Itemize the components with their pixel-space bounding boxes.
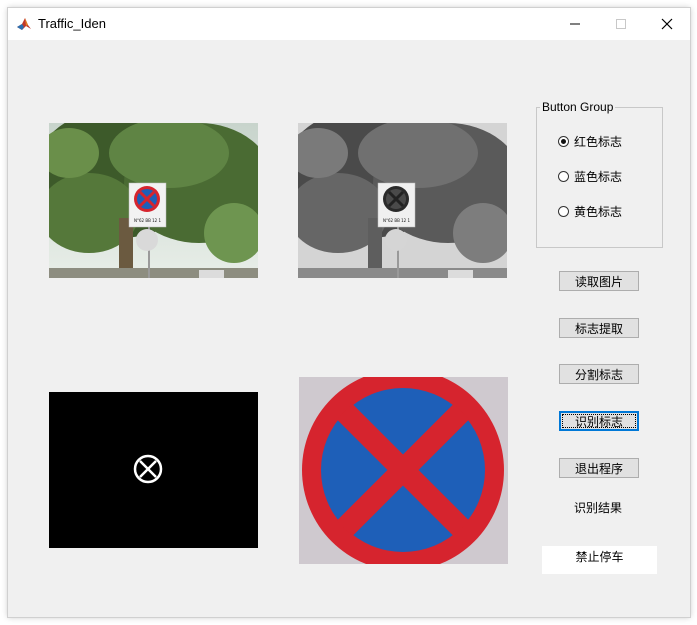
result-label: 识别结果: [574, 501, 623, 515]
radio-blue-label: 蓝色标志: [574, 169, 623, 184]
radio-red-label: 红色标志: [574, 134, 623, 149]
result-value: 禁止停车: [575, 550, 624, 564]
extract-sign-button[interactable]: 标志提取: [559, 318, 639, 338]
recognize-sign-button[interactable]: 识别标志: [559, 411, 639, 431]
result-textbox: 禁止停车: [542, 546, 657, 574]
maximize-button[interactable]: [598, 8, 644, 40]
segment-sign-button[interactable]: 分割标志: [559, 364, 639, 384]
radio-unselected-icon: [558, 170, 569, 182]
app-window: Traffic_Iden N°62 BB 12 1 N°62 BB 12 1 B…: [8, 8, 690, 617]
window-title: Traffic_Iden: [38, 16, 106, 31]
original-photo: N°62 BB 12 1: [49, 123, 258, 278]
maximize-icon: [616, 19, 626, 29]
radio-yellow-label: 黄色标志: [574, 204, 623, 219]
recognize-sign-label: 识别标志: [574, 414, 623, 429]
radio-selected-icon: [558, 135, 569, 147]
binary-image-axes: [49, 392, 258, 548]
radio-unselected-icon: [558, 205, 569, 217]
title-bar[interactable]: Traffic_Iden: [8, 8, 690, 40]
minimize-button[interactable]: [552, 8, 598, 40]
grayscale-image-axes: N°62 BB 12 1: [298, 123, 507, 278]
original-image-axes: N°62 BB 12 1: [49, 123, 258, 278]
binary-mask: [49, 392, 258, 548]
radio-yellow-sign[interactable]: 黄色标志: [558, 202, 622, 220]
segmented-sign-axes: [299, 377, 508, 564]
minimize-icon: [570, 23, 580, 25]
close-icon: [661, 18, 673, 30]
plate-text-gray: N°62 BB 12 1: [383, 218, 410, 223]
grayscale-photo: N°62 BB 12 1: [298, 123, 507, 278]
matlab-icon: [16, 16, 32, 32]
button-group-title: Button Group: [540, 100, 616, 114]
segmented-sign: [299, 377, 508, 564]
close-button[interactable]: [644, 8, 690, 40]
radio-blue-sign[interactable]: 蓝色标志: [558, 167, 622, 185]
read-image-button[interactable]: 读取图片: [559, 271, 639, 291]
plate-text-color: N°62 BB 12 1: [134, 218, 161, 223]
exit-program-button[interactable]: 退出程序: [559, 458, 639, 478]
radio-red-sign[interactable]: 红色标志: [558, 132, 622, 150]
